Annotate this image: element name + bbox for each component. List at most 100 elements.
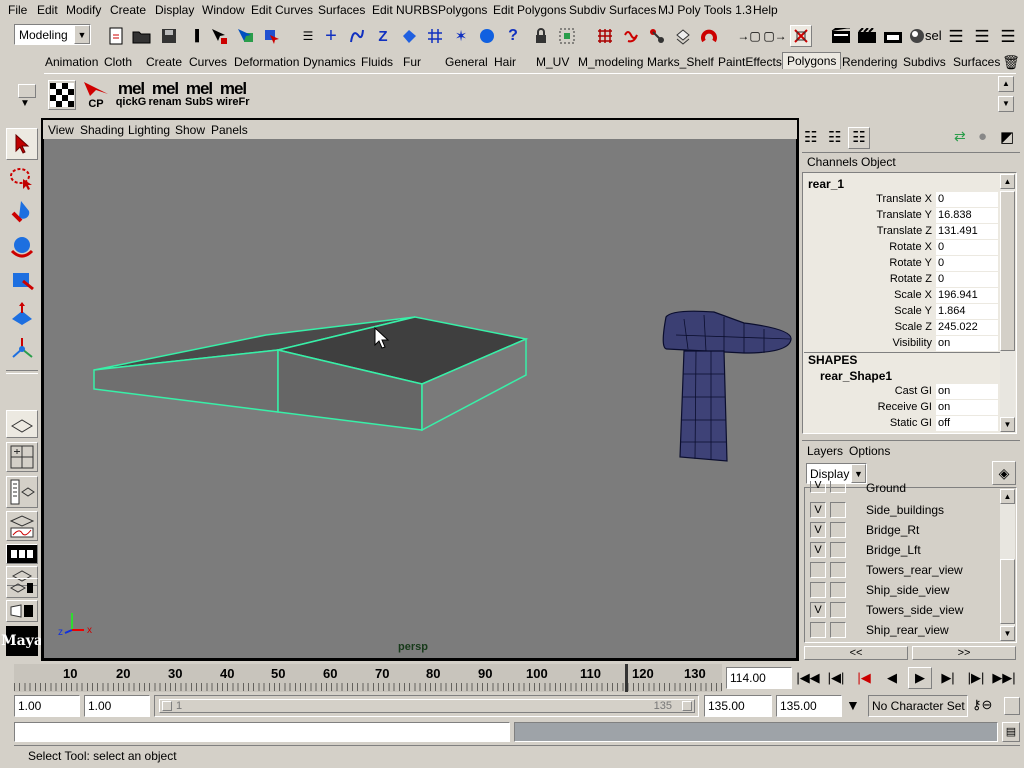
- layer-template-toggle[interactable]: [830, 481, 846, 493]
- layer-visibility-toggle[interactable]: V: [810, 602, 826, 618]
- shelf-button-subs[interactable]: mel SubS: [182, 80, 216, 110]
- attr-translate-z-field[interactable]: 131.491: [936, 224, 998, 239]
- layer-color-swatch[interactable]: [850, 622, 866, 638]
- step-back-key-icon[interactable]: |◀|: [824, 667, 848, 689]
- layer-template-toggle[interactable]: [830, 622, 846, 638]
- ipr-render-icon[interactable]: [620, 25, 642, 47]
- magnet-icon[interactable]: [698, 25, 720, 47]
- layer-template-toggle[interactable]: [830, 602, 846, 618]
- menu-surfaces[interactable]: Surfaces: [318, 3, 365, 17]
- arrows-icon[interactable]: ⇄: [954, 128, 966, 145]
- character-set-dropdown[interactable]: No Character Set: [868, 695, 968, 717]
- layer-editor-mode-icon[interactable]: ☷: [828, 128, 841, 146]
- options-menu[interactable]: Options: [849, 444, 890, 458]
- layer-visibility-toggle[interactable]: V: [810, 542, 826, 558]
- select-object-icon[interactable]: [234, 25, 256, 47]
- shelf-button-checker[interactable]: [48, 80, 76, 110]
- chevron-up-icon[interactable]: ▲: [998, 76, 1014, 92]
- layer-scroll-left-button[interactable]: <<: [804, 646, 908, 660]
- tab-general[interactable]: General: [445, 55, 488, 69]
- move-tool-icon[interactable]: [6, 230, 38, 262]
- play-forwards-icon[interactable]: ▶: [908, 667, 932, 689]
- viewport-scene[interactable]: x z: [44, 139, 796, 658]
- chevron-down-icon[interactable]: ▼: [20, 98, 30, 109]
- range-start-handle[interactable]: [162, 701, 172, 711]
- menu-help[interactable]: Help: [753, 3, 778, 17]
- layer-color-swatch[interactable]: [850, 562, 866, 578]
- shelf-button-renam[interactable]: mel renam: [148, 80, 182, 110]
- layer-color-swatch[interactable]: [850, 481, 866, 493]
- shelf-button-wirefr[interactable]: mel wireFr: [216, 80, 250, 110]
- persp-texture-layout-icon[interactable]: [6, 600, 38, 622]
- menu-modify[interactable]: Modify: [66, 3, 101, 17]
- current-time-marker[interactable]: [625, 664, 628, 692]
- tab-painteffects[interactable]: PaintEffects: [718, 55, 782, 69]
- single-perspective-layout-icon[interactable]: [6, 410, 38, 438]
- layer-color-swatch[interactable]: [850, 582, 866, 598]
- attribute-editor-icon[interactable]: ☰: [945, 25, 967, 47]
- snap-point-icon[interactable]: Z: [372, 25, 394, 47]
- tab-deformation[interactable]: Deformation: [234, 55, 299, 69]
- layer-visibility-toggle[interactable]: [810, 582, 826, 598]
- tab-animation[interactable]: Animation: [45, 55, 98, 69]
- range-slider[interactable]: 1 135: [154, 695, 699, 717]
- step-forward-frame-icon[interactable]: ▶|: [936, 667, 960, 689]
- tab-m-modeling[interactable]: M_modeling: [578, 55, 643, 69]
- tab-m-uv[interactable]: M_UV: [536, 55, 569, 69]
- menu-edit-nurbs[interactable]: Edit NURBS: [372, 3, 438, 17]
- snap-view-plane-icon[interactable]: [424, 25, 446, 47]
- channel-layer-mode-icon[interactable]: ☷: [848, 127, 870, 149]
- playback-end-field[interactable]: 135.00: [704, 695, 772, 717]
- tab-cloth[interactable]: Cloth: [104, 55, 132, 69]
- tab-marks-shelf[interactable]: Marks_Shelf: [647, 55, 714, 69]
- manipulator-tool-icon[interactable]: [6, 332, 38, 364]
- channel-box-icon[interactable]: ☰: [997, 25, 1019, 47]
- attr-visibility-field[interactable]: on: [936, 336, 998, 351]
- tab-create[interactable]: Create: [146, 55, 182, 69]
- attr-rotate-x-field[interactable]: 0: [936, 240, 998, 255]
- open-scene-icon[interactable]: [131, 25, 153, 47]
- tab-polygons[interactable]: Polygons: [782, 52, 842, 69]
- render-frame-icon[interactable]: [830, 25, 852, 47]
- current-time-field[interactable]: 114.00: [726, 667, 792, 689]
- layer-color-swatch[interactable]: [850, 602, 866, 618]
- persp-channel-layout-icon[interactable]: [6, 578, 38, 598]
- tab-fur[interactable]: Fur: [403, 55, 421, 69]
- channels-menu[interactable]: Channels: [807, 155, 858, 169]
- key-icon[interactable]: ⚷⊖: [972, 697, 992, 713]
- persp-outliner-layout-icon[interactable]: [6, 476, 38, 508]
- live-surface-icon[interactable]: ✶: [450, 25, 472, 47]
- script-editor-icon[interactable]: ▤: [1002, 722, 1020, 742]
- select-tool-icon[interactable]: [6, 128, 38, 160]
- shelf-button-cp[interactable]: CP: [80, 80, 112, 110]
- tower-object[interactable]: [662, 310, 792, 462]
- tab-dynamics[interactable]: Dynamics: [303, 55, 356, 69]
- channel-box-mode-icon[interactable]: ☷: [804, 128, 817, 146]
- input-connections-icon[interactable]: →▢: [737, 25, 760, 47]
- construction-history-icon[interactable]: [790, 25, 812, 47]
- layer-visibility-toggle[interactable]: V: [810, 481, 826, 493]
- attr-rotate-z-field[interactable]: 0: [936, 272, 998, 287]
- layer-color-swatch[interactable]: [850, 522, 866, 538]
- chevron-down-icon[interactable]: ▼: [74, 25, 90, 44]
- menu-polygons[interactable]: Polygons: [438, 3, 487, 17]
- tab-surfaces[interactable]: Surfaces: [953, 55, 1000, 69]
- viewport-menu-shading[interactable]: Shading: [80, 123, 124, 137]
- end-time-field[interactable]: 135.00: [776, 695, 842, 717]
- layer-visibility-toggle[interactable]: [810, 622, 826, 638]
- tab-subdivs[interactable]: Subdivs: [903, 55, 946, 69]
- collapse-icon[interactable]: ▐: [184, 25, 206, 47]
- layer-visibility-toggle[interactable]: V: [810, 502, 826, 518]
- layer-color-swatch[interactable]: [850, 502, 866, 518]
- go-to-start-icon[interactable]: |◀◀: [796, 667, 820, 689]
- channel-box-scrollbar[interactable]: ▲ ▼: [1000, 174, 1015, 432]
- resize-icon[interactable]: ◩: [1000, 128, 1014, 146]
- attr-cast-gi-field[interactable]: on: [936, 384, 998, 399]
- scale-tool-icon[interactable]: [6, 298, 38, 330]
- tab-hair[interactable]: Hair: [494, 55, 516, 69]
- menu-edit[interactable]: Edit: [37, 3, 58, 17]
- lock-icon[interactable]: [530, 25, 552, 47]
- tab-rendering[interactable]: Rendering: [842, 55, 897, 69]
- step-forward-key-icon[interactable]: |▶|: [964, 667, 988, 689]
- layer-row-ground[interactable]: V Ground: [806, 481, 1000, 495]
